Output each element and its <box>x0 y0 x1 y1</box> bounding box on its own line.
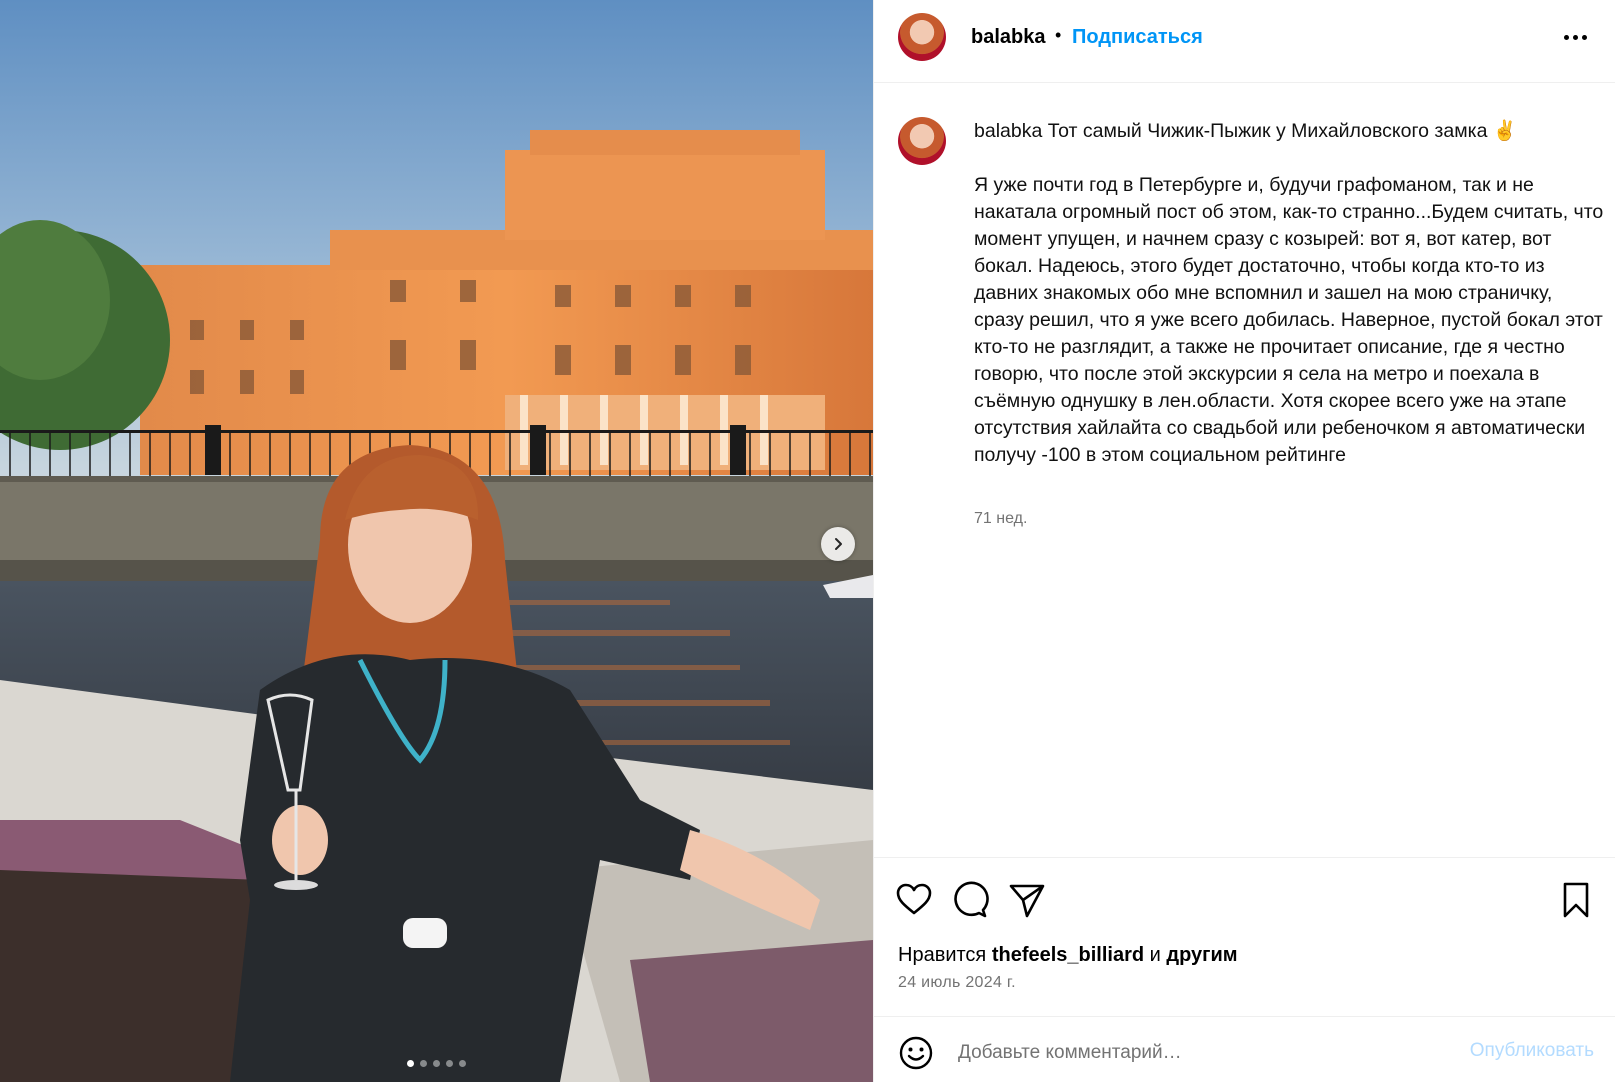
header-username[interactable]: balabka <box>971 26 1045 49</box>
header-separator: • <box>1055 25 1062 45</box>
caption-username[interactable]: balabka <box>974 120 1042 142</box>
comment-icon[interactable] <box>950 880 990 920</box>
likes-and: и <box>1149 944 1161 966</box>
post-side-panel: balabka • Подписаться balabka Тот самый … <box>873 0 1615 1082</box>
post-photo <box>0 0 873 1082</box>
caption-body: Я уже почти год в Петербурге и, будучи г… <box>974 174 1609 466</box>
action-bar <box>874 857 1615 942</box>
emoji-icon[interactable] <box>898 1035 934 1071</box>
more-icon[interactable] <box>1560 27 1590 47</box>
caption-avatar[interactable] <box>898 117 946 165</box>
comment-input[interactable] <box>956 1038 1430 1068</box>
carousel-next-button[interactable] <box>821 527 855 561</box>
carousel-dot <box>433 1060 440 1067</box>
carousel-dot <box>446 1060 453 1067</box>
heart-icon[interactable] <box>894 880 934 920</box>
carousel-dot <box>407 1060 414 1067</box>
caption-text: balabka Тот самый Чижик-Пыжик у Михайлов… <box>974 118 1606 469</box>
caption-timestamp[interactable]: 71 нед. <box>974 510 1027 528</box>
likes-prefix: Нравится <box>898 944 987 966</box>
likes-others-link[interactable]: другим <box>1166 944 1237 966</box>
share-icon[interactable] <box>1007 880 1047 920</box>
post-header: balabka • Подписаться <box>874 0 1615 83</box>
post-date[interactable]: 24 июль 2024 г. <box>898 974 1016 992</box>
photo-scene <box>0 0 873 1082</box>
bookmark-icon[interactable] <box>1556 880 1596 920</box>
likes-summary: Нравится thefeels_billiard и другим <box>898 944 1238 967</box>
publish-button[interactable]: Опубликовать <box>1470 1040 1594 1062</box>
carousel-indicator <box>0 1060 873 1067</box>
caption-title: Тот самый Чижик-Пыжик у Михайловского за… <box>1047 120 1518 142</box>
chevron-right-icon <box>835 538 842 550</box>
carousel-dot <box>420 1060 427 1067</box>
likes-user-link[interactable]: thefeels_billiard <box>992 944 1144 966</box>
comment-bar: Опубликовать <box>874 1016 1615 1083</box>
caption-section: balabka Тот самый Чижик-Пыжик у Михайлов… <box>874 82 1615 857</box>
carousel-dot <box>459 1060 466 1067</box>
avatar[interactable] <box>898 13 946 61</box>
follow-button[interactable]: Подписаться <box>1072 26 1203 49</box>
